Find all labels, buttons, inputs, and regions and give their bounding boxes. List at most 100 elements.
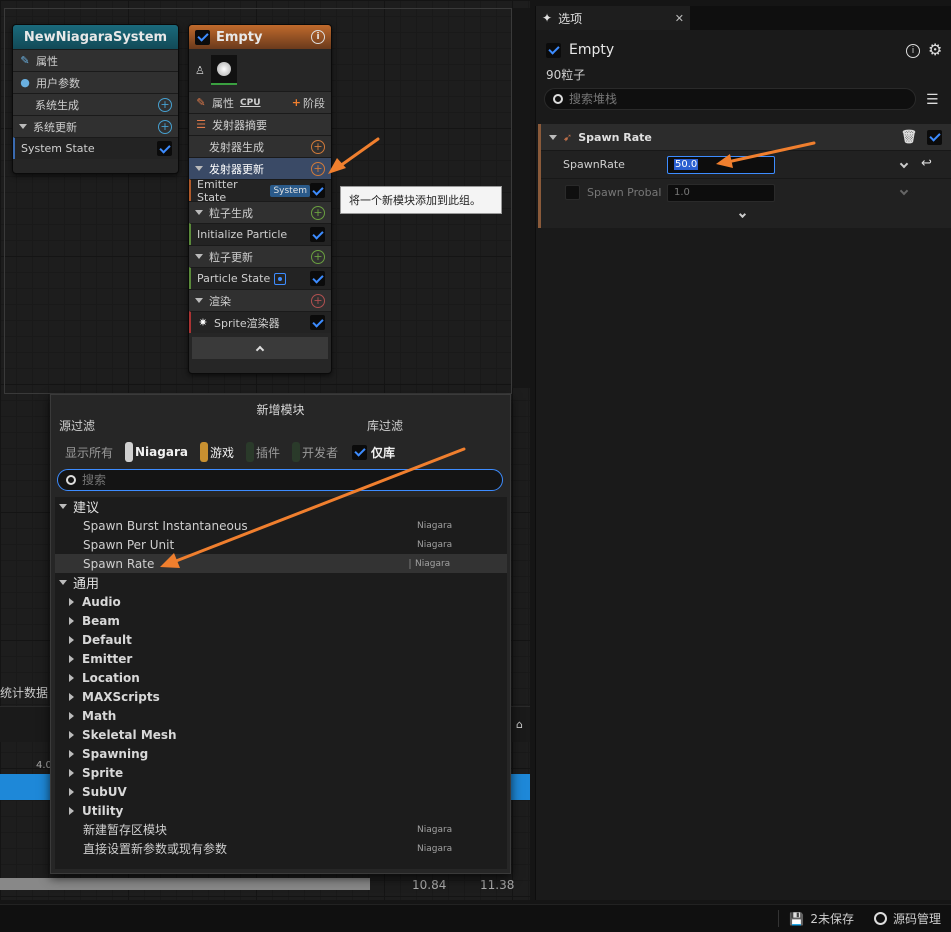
collapse-node-button[interactable]	[192, 337, 328, 359]
add-emitter-spawn-module-button[interactable]: +	[311, 139, 325, 154]
module-search-box[interactable]	[57, 469, 503, 491]
emitter-update-row[interactable]: 发射器更新 +	[189, 157, 331, 179]
subcategory-location[interactable]: Location	[55, 668, 507, 687]
initialize-particle-enable-checkbox[interactable]	[310, 227, 325, 242]
collapsed-arrow-icon[interactable]	[69, 787, 74, 796]
subcategory-math[interactable]: Math	[55, 706, 507, 725]
system-update-row[interactable]: 系统更新 +	[13, 115, 178, 137]
list-item-spawn-rate[interactable]: Spawn Rate Niagara	[55, 554, 507, 573]
details-emitter-enable-checkbox[interactable]	[546, 42, 561, 58]
emitter-spawn-row[interactable]: 发射器生成 +	[189, 135, 331, 157]
expand-arrow-icon[interactable]	[59, 504, 67, 509]
spawn-probability-input[interactable]: 1.0	[667, 183, 775, 202]
expand-arrow-icon[interactable]	[19, 124, 27, 129]
collapsed-arrow-icon[interactable]	[69, 692, 74, 701]
expand-advanced-button[interactable]	[541, 206, 951, 226]
list-item[interactable]: Spawn Burst Instantaneous Niagara	[55, 516, 507, 535]
filter-developer[interactable]: 开发者	[292, 442, 344, 462]
subcategory-default[interactable]: Default	[55, 630, 507, 649]
trash-icon[interactable]: 🗑	[900, 130, 917, 145]
particle-state-module[interactable]: Particle State	[189, 267, 331, 289]
module-list[interactable]: 建议 Spawn Burst Instantaneous Niagara Spaw…	[55, 497, 507, 869]
reset-icon[interactable]: ↩	[921, 156, 932, 171]
emitter-node[interactable]: Empty i ♙ ✎ 属性 CPU + 阶段 ☰ 发射器摘要 发射器生成 + …	[188, 24, 332, 374]
subcategory-beam[interactable]: Beam	[55, 611, 507, 630]
add-particle-spawn-module-button[interactable]: +	[311, 205, 325, 220]
sprite-renderer-enable-checkbox[interactable]	[310, 315, 325, 330]
spawn-rate-input[interactable]: 50.0	[667, 155, 775, 174]
add-system-spawn-module-button[interactable]: +	[158, 97, 172, 112]
collapsed-arrow-icon[interactable]	[69, 730, 74, 739]
collapsed-arrow-icon[interactable]	[69, 711, 74, 720]
stack-search-box[interactable]	[544, 88, 916, 110]
category-common[interactable]: 通用	[55, 573, 507, 592]
chevron-down-icon[interactable]	[899, 159, 909, 169]
spawn-rate-property[interactable]: SpawnRate 50.0 ↩	[541, 150, 951, 178]
collapsed-arrow-icon[interactable]	[69, 597, 74, 606]
subcategory-maxscripts[interactable]: MAXScripts	[55, 687, 507, 706]
system-properties-row[interactable]: ✎ 属性	[13, 49, 178, 71]
details-panel[interactable]: ✦ 选项 ✕ Empty i ⚙ 90粒子 ☰ ➹ Spawn Rate 🗑 S…	[535, 6, 951, 900]
list-item[interactable]: 直接设置新参数或现有参数 Niagara	[55, 839, 507, 858]
emitter-properties-row[interactable]: ✎ 属性 CPU + 阶段	[189, 91, 331, 113]
expand-arrow-icon[interactable]	[195, 298, 203, 303]
subcategory-sprite[interactable]: Sprite	[55, 763, 507, 782]
spawn-probability-checkbox[interactable]	[565, 185, 580, 200]
filter-plugin[interactable]: 插件	[246, 442, 286, 462]
info-icon[interactable]: i	[906, 44, 920, 58]
lock-icon[interactable]: ⌂	[516, 718, 523, 731]
chevron-down-icon[interactable]	[899, 186, 909, 196]
subcategory-emitter[interactable]: Emitter	[55, 649, 507, 668]
lock-icon[interactable]: ♙	[195, 64, 205, 77]
spawn-rate-section[interactable]: ➹ Spawn Rate 🗑 SpawnRate 50.0 ↩ Spawn Pr…	[538, 124, 951, 228]
render-row[interactable]: 渲染 +	[189, 289, 331, 311]
filter-niagara[interactable]: Niagara	[125, 442, 194, 462]
system-state-module[interactable]: System State	[13, 137, 178, 159]
system-state-enable-checkbox[interactable]	[157, 141, 172, 156]
tab-options[interactable]: ✦ 选项 ✕	[536, 6, 690, 30]
filter-game[interactable]: 游戏	[199, 442, 240, 462]
collapsed-arrow-icon[interactable]	[69, 749, 74, 758]
collapsed-arrow-icon[interactable]	[69, 673, 74, 682]
spawn-probability-property[interactable]: Spawn Probal 1.0	[541, 178, 951, 206]
emitter-enable-checkbox[interactable]	[195, 29, 210, 45]
spawn-rate-enable-checkbox[interactable]	[927, 129, 942, 145]
emitter-state-module[interactable]: Emitter State System	[189, 178, 331, 204]
add-renderer-button[interactable]: +	[311, 293, 325, 308]
collapsed-arrow-icon[interactable]	[69, 768, 74, 777]
category-suggested[interactable]: 建议	[55, 497, 507, 516]
add-emitter-update-module-button[interactable]: +	[311, 161, 325, 176]
emitter-state-enable-checkbox[interactable]	[310, 183, 325, 198]
library-only-checkbox[interactable]	[352, 444, 368, 460]
source-control-button[interactable]: 源码管理	[864, 910, 951, 927]
collapsed-arrow-icon[interactable]	[69, 616, 74, 625]
add-module-popup[interactable]: 新增模块 源过滤 库过滤 显示所有 Niagara 游戏 插件 开发者 仅库 建…	[50, 394, 511, 874]
subcategory-utility[interactable]: Utility	[55, 801, 507, 820]
list-item[interactable]: 新建暂存区模块 Niagara	[55, 820, 507, 839]
emitter-summary-row[interactable]: ☰ 发射器摘要	[189, 113, 331, 135]
sprite-renderer-module[interactable]: ✷ Sprite渲染器	[189, 311, 331, 333]
add-stage-button[interactable]: + 阶段	[292, 95, 325, 111]
filter-show-all[interactable]: 显示所有	[65, 442, 119, 462]
expand-arrow-icon[interactable]	[59, 580, 67, 585]
expand-arrow-icon[interactable]	[195, 254, 203, 259]
add-particle-update-module-button[interactable]: +	[311, 249, 325, 264]
unsaved-button[interactable]: 💾 2未保存	[778, 910, 864, 927]
spawn-rate-header[interactable]: ➹ Spawn Rate 🗑	[541, 124, 951, 150]
filter-icon[interactable]: ☰	[926, 92, 939, 108]
expand-arrow-icon[interactable]	[195, 166, 203, 171]
system-user-params-row[interactable]: ● 用户参数	[13, 71, 178, 93]
initialize-particle-module[interactable]: Initialize Particle	[189, 223, 331, 245]
particle-state-enable-checkbox[interactable]	[310, 271, 325, 286]
list-item[interactable]: Spawn Per Unit Niagara	[55, 535, 507, 554]
collapsed-arrow-icon[interactable]	[69, 635, 74, 644]
particle-spawn-row[interactable]: 粒子生成 +	[189, 201, 331, 223]
stack-search-input[interactable]	[569, 92, 889, 106]
subcategory-subuv[interactable]: SubUV	[55, 782, 507, 801]
module-search-input[interactable]	[82, 473, 482, 487]
expand-arrow-icon[interactable]	[549, 134, 557, 140]
add-system-update-module-button[interactable]: +	[158, 119, 172, 134]
collapsed-arrow-icon[interactable]	[69, 654, 74, 663]
system-spawn-row[interactable]: 系统生成 +	[13, 93, 178, 115]
emitter-node-title-bar[interactable]: Empty i	[189, 25, 331, 49]
